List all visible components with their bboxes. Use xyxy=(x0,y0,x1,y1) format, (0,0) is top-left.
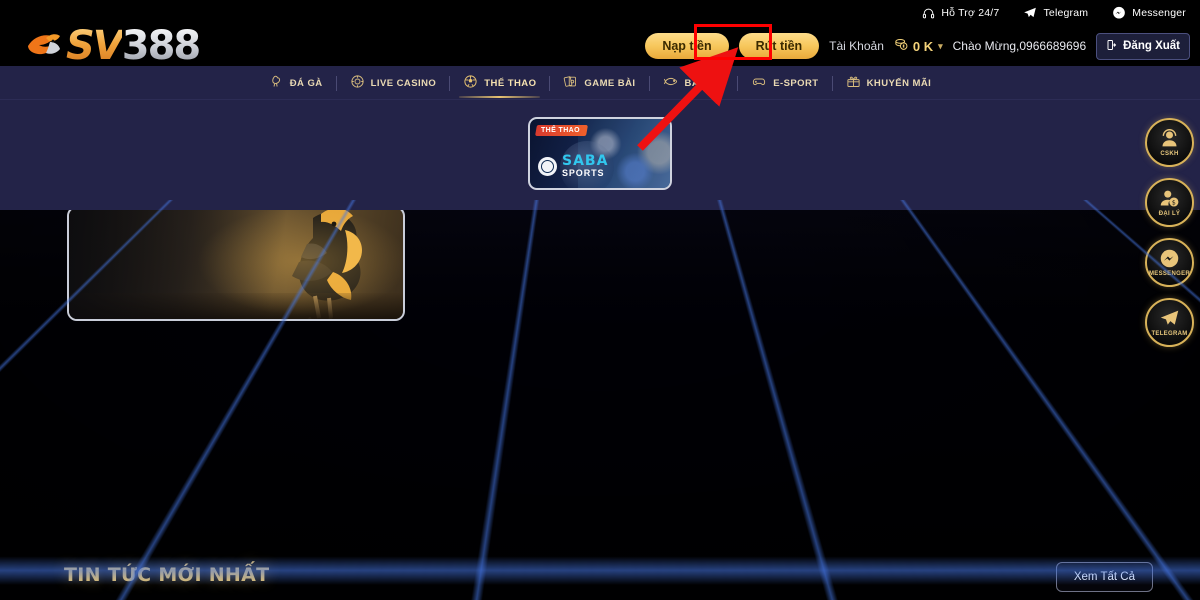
side-button-label: CSKH xyxy=(1160,151,1179,157)
nav-label: THỂ THAO xyxy=(484,77,537,89)
nav-item-game-bai[interactable]: GAME BÀI xyxy=(550,66,648,100)
nav-label: KHUYẾN MÃI xyxy=(866,77,932,89)
rooster-icon xyxy=(269,74,284,92)
hero-band: THỂ THAO SABA SPORTS xyxy=(0,100,1200,210)
telegram-icon xyxy=(1159,308,1180,329)
header-actions: Nạp tiền Rút tiền Tài Khoản 0 K ▾ Chào M… xyxy=(645,26,1190,66)
saba-brand-logo: SABA SPORTS xyxy=(538,154,608,178)
main-navigation: ĐÁ GÀ LIVE CASINO THỂ THAO GAME BÀI BẮN … xyxy=(0,66,1200,100)
support-link[interactable]: Hỗ Trợ 24/7 xyxy=(922,7,999,20)
side-button-label: ĐẠI LÝ xyxy=(1158,211,1181,217)
gamepad-icon xyxy=(751,74,767,92)
saba-badge-label: THỂ THAO xyxy=(541,127,580,134)
nav-item-e-sport[interactable]: E-SPORT xyxy=(738,66,831,100)
nav-item-da-ga[interactable]: ĐÁ GÀ xyxy=(256,66,336,100)
messenger-link[interactable]: Messenger xyxy=(1112,6,1186,20)
chevron-down-icon: ▾ xyxy=(938,40,943,51)
site-logo[interactable]: SV388 xyxy=(18,20,203,70)
saba-emblem-inner xyxy=(541,159,554,173)
logout-label: Đăng Xuất xyxy=(1123,40,1180,52)
logo-388-text: 388 xyxy=(121,23,201,69)
logout-icon xyxy=(1106,39,1118,54)
saba-sports-card[interactable]: THỂ THAO SABA SPORTS xyxy=(528,117,672,190)
nav-item-ban-ca[interactable]: BẮN CÁ xyxy=(650,66,738,100)
nav-label: E-SPORT xyxy=(773,77,819,89)
saba-emblem-icon xyxy=(538,156,557,176)
messenger-icon xyxy=(1159,248,1180,269)
nav-label: BẮN CÁ xyxy=(684,77,725,89)
gift-icon xyxy=(846,74,861,92)
logout-button[interactable]: Đăng Xuất xyxy=(1096,32,1190,60)
messenger-icon xyxy=(1112,6,1126,20)
nav-list: ĐÁ GÀ LIVE CASINO THỂ THAO GAME BÀI BẮN … xyxy=(0,66,1200,100)
side-button-label: TELEGRAM xyxy=(1151,331,1188,337)
nav-item-live-casino[interactable]: LIVE CASINO xyxy=(337,66,450,100)
svg-text:$: $ xyxy=(1172,200,1176,207)
nav-label: GAME BÀI xyxy=(584,77,636,89)
site-header: SV388 Nạp tiền Rút tiền Tài Khoản 0 K ▾ xyxy=(0,23,1200,69)
nav-label: LIVE CASINO xyxy=(370,77,437,89)
deposit-button[interactable]: Nạp tiền xyxy=(645,33,729,59)
fish-icon xyxy=(663,74,679,92)
agent-money-icon: $ xyxy=(1159,188,1180,209)
page-root: Hỗ Trợ 24/7 Telegram Messenger SV388 Nạp… xyxy=(0,0,1200,600)
saba-badge: THỂ THAO xyxy=(535,125,588,136)
side-button-cskh[interactable]: CSKH xyxy=(1145,118,1194,167)
telegram-icon xyxy=(1023,6,1037,20)
coins-icon xyxy=(894,37,909,55)
support-label: Hỗ Trợ 24/7 xyxy=(941,7,1000,19)
saba-brand-line2: SPORTS xyxy=(562,168,605,178)
side-button-label: MESSENGER xyxy=(1148,271,1191,277)
rooster-promo-card[interactable] xyxy=(67,206,405,321)
telegram-link[interactable]: Telegram xyxy=(1023,6,1088,20)
telegram-label: Telegram xyxy=(1043,7,1089,19)
view-all-news-button[interactable]: Xem Tất Cả xyxy=(1055,562,1153,592)
greeting-text: Chào Mừng,0966689696 xyxy=(952,39,1087,53)
side-button-dai-ly[interactable]: $ ĐẠI LÝ xyxy=(1145,178,1194,227)
floating-contact-rail: CSKH $ ĐẠI LÝ MESSENGER TELEGRAM xyxy=(1145,118,1194,347)
nav-item-khuyen-mai[interactable]: KHUYẾN MÃI xyxy=(833,66,945,100)
nav-item-the-thao[interactable]: THỂ THAO xyxy=(450,66,549,100)
account-label[interactable]: Tài Khoản xyxy=(829,39,884,53)
casino-chip-icon xyxy=(350,74,365,92)
side-button-telegram[interactable]: TELEGRAM xyxy=(1145,298,1194,347)
logo-sv-text: SV xyxy=(66,23,124,69)
rooster-artwork xyxy=(195,208,385,319)
side-button-messenger[interactable]: MESSENGER xyxy=(1145,238,1194,287)
balance-amount: 0 K xyxy=(912,38,934,54)
balance-display[interactable]: 0 K ▾ xyxy=(894,37,943,55)
soccer-ball-icon xyxy=(463,74,478,92)
news-section-title: TIN TỨC MỚI NHẤT xyxy=(64,564,270,586)
support-agent-icon xyxy=(1159,128,1180,149)
saba-brand-text: SABA SPORTS xyxy=(562,154,608,178)
logo-wordmark: SV388 xyxy=(66,23,201,69)
withdraw-button[interactable]: Rút tiền xyxy=(738,33,820,59)
top-contact-bar: Hỗ Trợ 24/7 Telegram Messenger xyxy=(0,0,1200,26)
headset-icon xyxy=(922,7,935,20)
messenger-label: Messenger xyxy=(1132,7,1186,19)
playing-cards-icon xyxy=(563,74,578,92)
rooster-ground-art xyxy=(69,293,403,319)
saba-brand-line1: SABA xyxy=(562,153,609,169)
nav-label: ĐÁ GÀ xyxy=(289,77,323,89)
